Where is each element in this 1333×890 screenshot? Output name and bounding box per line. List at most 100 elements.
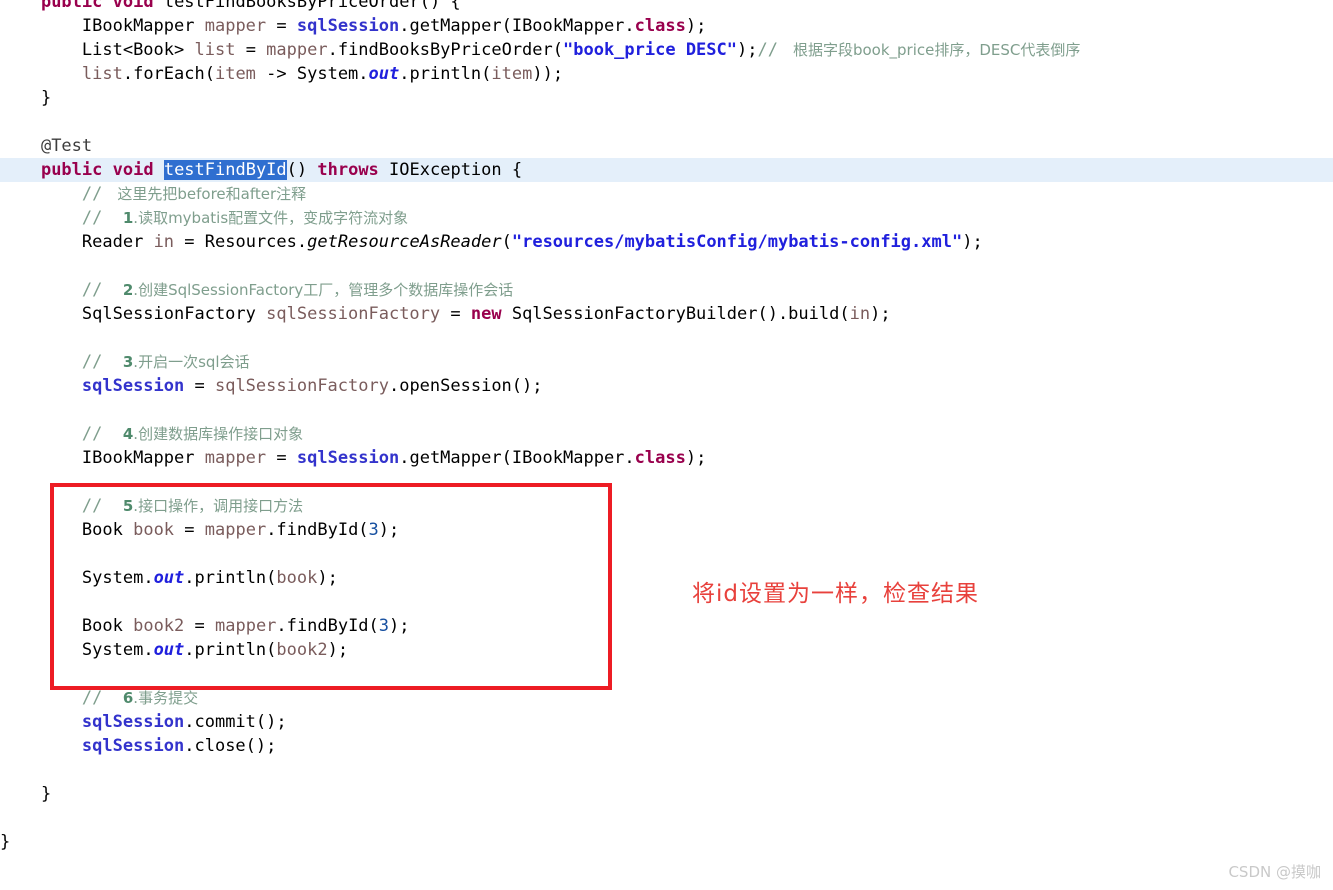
code-line[interactable]: sqlSession.commit(); — [0, 710, 1333, 734]
code-line[interactable]: sqlSession.close(); — [0, 734, 1333, 758]
code-line[interactable]: } — [0, 782, 1333, 806]
code-line[interactable]: SqlSessionFactory sqlSessionFactory = ne… — [0, 302, 1333, 326]
code-token: { — [501, 160, 523, 180]
code-line[interactable]: List<Book> list = mapper.findBooksByPric… — [0, 38, 1333, 62]
code-line[interactable]: // 5.接口操作，调用接口方法 — [0, 494, 1333, 518]
code-token: public — [40, 160, 103, 180]
code-token: . — [624, 448, 635, 468]
code-token: sqlSession — [81, 712, 185, 732]
code-line[interactable]: System.out.println(book2); — [0, 638, 1333, 662]
code-line[interactable]: System.out.println(book); — [0, 566, 1333, 590]
code-token: = — [174, 232, 205, 252]
code-token: .println( — [184, 640, 277, 660]
code-line[interactable] — [0, 542, 1333, 566]
code-token: Reader — [81, 232, 144, 252]
code-line[interactable]: // 4.创建数据库操作接口对象 — [0, 422, 1333, 446]
code-token: = — [235, 40, 267, 60]
code-token: mapper — [266, 40, 328, 60]
code-token: out — [153, 568, 185, 588]
code-line[interactable] — [0, 470, 1333, 494]
code-token: IBookMapper — [511, 448, 625, 468]
code-token: void — [112, 160, 154, 180]
code-token: throws — [317, 160, 379, 180]
code-token: .创建数据库操作接口对象 — [133, 425, 304, 443]
code-token: .forEach( — [122, 64, 215, 84]
code-line[interactable]: public void testFindById() throws IOExce… — [0, 158, 1333, 182]
code-token: list — [81, 64, 123, 84]
code-line[interactable]: // 1.读取mybatis配置文件，变成字符流对象 — [0, 206, 1333, 230]
code-line[interactable] — [0, 398, 1333, 422]
code-token: ); — [317, 568, 338, 588]
code-line[interactable]: IBookMapper mapper = sqlSession.getMappe… — [0, 446, 1333, 470]
code-token: IBookMapper — [81, 16, 195, 36]
code-token: 3 — [122, 353, 134, 371]
code-line[interactable]: // 6.事务提交 — [0, 686, 1333, 710]
code-token: sqlSessionFactory — [214, 376, 389, 396]
code-token: . — [296, 232, 308, 252]
code-token: 5 — [122, 497, 134, 515]
code-token: sqlSession — [296, 16, 400, 36]
code-line[interactable]: IBookMapper mapper = sqlSession.getMappe… — [0, 14, 1333, 38]
code-line[interactable]: } — [0, 86, 1333, 110]
code-token: // — [81, 208, 113, 228]
code-line[interactable]: @Test — [0, 134, 1333, 158]
code-token: // — [81, 280, 113, 300]
code-line[interactable]: sqlSession = sqlSessionFactory.openSessi… — [0, 374, 1333, 398]
code-token: class — [634, 448, 686, 468]
code-line[interactable]: // 2.创建SqlSessionFactory工厂，管理多个数据库操作会话 — [0, 278, 1333, 302]
code-token: Resources — [204, 232, 297, 252]
code-line[interactable]: list.forEach(item -> System.out.println(… — [0, 62, 1333, 86]
code-token: 1 — [122, 209, 134, 227]
code-line[interactable] — [0, 254, 1333, 278]
code-token: List<Book> — [81, 40, 185, 60]
code-editor[interactable]: public void testFindBooksByPriceOrder() … — [0, 0, 1333, 890]
code-line[interactable] — [0, 806, 1333, 830]
code-token: System — [81, 640, 144, 660]
code-line[interactable]: Book book2 = mapper.findById(3); — [0, 614, 1333, 638]
code-token: 根据字段book_price排序，DESC代表倒序 — [788, 41, 1081, 59]
code-line[interactable]: } — [0, 830, 1333, 854]
code-line[interactable]: Reader in = Resources.getResourceAsReade… — [0, 230, 1333, 254]
code-token: .findBooksByPriceOrder( — [327, 40, 563, 60]
code-token: getResourceAsReader — [307, 232, 502, 252]
code-token: .openSession(); — [388, 376, 543, 396]
code-token: ); — [327, 640, 349, 660]
code-token: // — [757, 40, 789, 60]
code-token: () — [286, 160, 318, 180]
code-line[interactable] — [0, 590, 1333, 614]
code-line[interactable]: // 这里先把before和after注释 — [0, 182, 1333, 206]
code-token: // — [81, 688, 113, 708]
code-token: IBookMapper — [81, 448, 195, 468]
code-token: 3 — [378, 616, 390, 636]
code-token: 这里先把before和after注释 — [112, 185, 307, 203]
code-line[interactable]: Book book = mapper.findById(3); — [0, 518, 1333, 542]
code-line[interactable] — [0, 662, 1333, 686]
code-token: ( — [501, 232, 512, 252]
code-line[interactable] — [0, 110, 1333, 134]
code-text-area[interactable]: public void testFindBooksByPriceOrder() … — [0, 0, 1333, 854]
code-token: book2 — [133, 616, 185, 636]
code-token: ); — [962, 232, 983, 252]
code-token: } — [0, 88, 52, 108]
code-line[interactable] — [0, 758, 1333, 782]
code-token: . — [358, 64, 369, 84]
code-line[interactable]: public void testFindBooksByPriceOrder() … — [0, 0, 1333, 14]
code-token: -> — [255, 64, 297, 84]
code-line[interactable]: // 3.开启一次sql会话 — [0, 350, 1333, 374]
code-line[interactable] — [0, 326, 1333, 350]
